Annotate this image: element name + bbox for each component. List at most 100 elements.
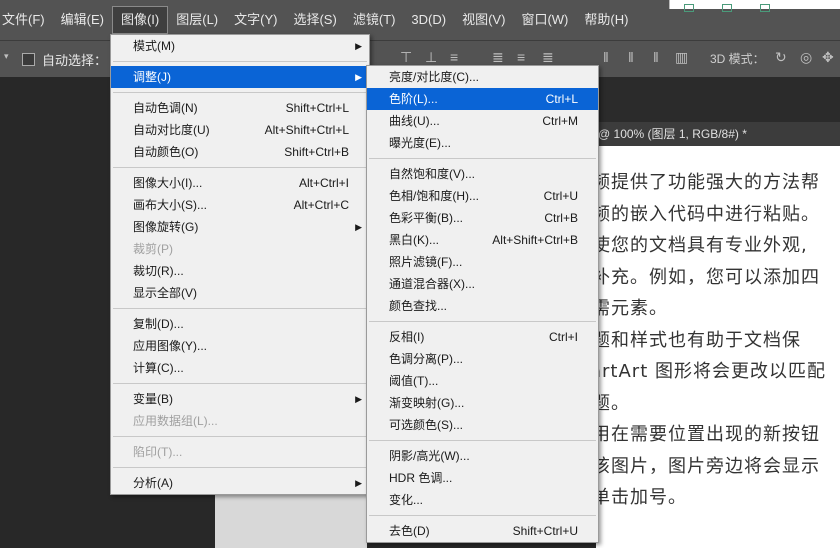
menu-item-label: 陷印(T)...	[133, 445, 183, 459]
menu-item-label: 去色(D)	[389, 524, 430, 538]
menu-item[interactable]: 图像大小(I)... Alt+Ctrl+I	[111, 172, 369, 194]
menu-item[interactable]: 图像旋转(G) ▶	[111, 216, 369, 238]
menu-item[interactable]: 颜色查找...	[367, 295, 598, 317]
menu-item[interactable]: 显示全部(V)	[111, 282, 369, 304]
menu-item[interactable]: 自动颜色(O) Shift+Ctrl+B	[111, 141, 369, 163]
menu-item-label: 自动颜色(O)	[133, 145, 199, 159]
auto-select-checkbox[interactable]	[22, 52, 35, 66]
menu-item-label: 计算(C)...	[133, 361, 184, 375]
menu-item-label: 变量(B)	[133, 392, 173, 406]
document-text-line: 补充。例如，您可以添加四	[596, 266, 820, 288]
menu-item[interactable]: 去色(D) Shift+Ctrl+U	[367, 520, 598, 542]
distribute-vcenter-icon[interactable]: ≡	[517, 49, 525, 65]
menubar-item[interactable]: 窗口(W)	[513, 6, 576, 34]
menu-item[interactable]: 画布大小(S)... Alt+Ctrl+C	[111, 194, 369, 216]
menu-item[interactable]: 自然饱和度(V)...	[367, 163, 598, 185]
menubar-item[interactable]: 滤镜(T)	[345, 6, 404, 34]
document-text-line: 需元素。	[596, 298, 668, 319]
document-tab[interactable]: @ 100% (图层 1, RGB/8#) *	[596, 122, 840, 146]
menu-item[interactable]: 曲线(U)... Ctrl+M	[367, 110, 598, 132]
menu-item[interactable]: 色阶(L)... Ctrl+L	[367, 88, 598, 110]
menu-item[interactable]: 变化...	[367, 489, 598, 511]
menu-separator	[113, 383, 367, 384]
menu-item-label: 自然饱和度(V)...	[389, 167, 475, 181]
menu-item[interactable]: 通道混合器(X)...	[367, 273, 598, 295]
document-canvas[interactable]: 频提供了功能强大的方法帮 频的嵌入代码中进行粘贴。 使您的文档具有专业外观, 补充。例…	[596, 146, 840, 548]
menu-item-shortcut: Ctrl+M	[542, 114, 578, 128]
distribute-right-icon[interactable]: ‖	[653, 49, 659, 65]
menubar-item[interactable]: 图层(L)	[168, 6, 226, 34]
menu-item-shortcut: Ctrl+I	[548, 330, 578, 344]
menu-item[interactable]: 色相/饱和度(H)... Ctrl+U	[367, 185, 598, 207]
auto-align-icon[interactable]: ▥	[675, 49, 688, 66]
menu-item[interactable]: HDR 色调...	[367, 467, 598, 489]
distribute-bottom-icon[interactable]: ≣	[542, 49, 554, 66]
menubar-item[interactable]: 编辑(E)	[53, 6, 112, 34]
submenu-arrow-icon: ▶	[355, 478, 362, 488]
menu-item[interactable]: 应用数据组(L)...	[111, 410, 369, 432]
menu-item-shortcut: Alt+Shift+Ctrl+L	[264, 123, 349, 137]
menubar-item[interactable]: 帮助(H)	[576, 6, 636, 34]
menu-item[interactable]: 阈值(T)...	[367, 370, 598, 392]
menu-separator	[369, 515, 596, 516]
distribute-hcenter-icon[interactable]: ‖	[628, 49, 634, 65]
menu-item[interactable]: 应用图像(Y)...	[111, 335, 369, 357]
menu-item[interactable]: 曝光度(E)...	[367, 132, 598, 154]
menu-item[interactable]: 变量(B) ▶	[111, 388, 369, 410]
menu-item[interactable]: 渐变映射(G)...	[367, 392, 598, 414]
3d-roll-icon[interactable]: ◎	[800, 49, 812, 66]
submenu-arrow-icon: ▶	[355, 394, 362, 404]
menu-item-label: 曲线(U)...	[389, 114, 440, 128]
menu-item[interactable]: 分析(A) ▶	[111, 472, 369, 494]
distribute-top-icon[interactable]: ≣	[492, 49, 504, 66]
menubar-item[interactable]: 3D(D)	[403, 6, 454, 34]
menu-separator	[113, 167, 367, 168]
menu-item-shortcut: Ctrl+L	[545, 92, 578, 106]
menu-item[interactable]: 自动对比度(U) Alt+Shift+Ctrl+L	[111, 119, 369, 141]
menu-item[interactable]: 反相(I) Ctrl+I	[367, 326, 598, 348]
menu-item-label: 应用图像(Y)...	[133, 339, 207, 353]
menu-item[interactable]: 复制(D)...	[111, 313, 369, 335]
menu-item[interactable]: 裁切(R)...	[111, 260, 369, 282]
menu-item[interactable]: 裁剪(P)	[111, 238, 369, 260]
menu-item-label: 亮度/对比度(C)...	[389, 70, 479, 84]
menubar-item[interactable]: 视图(V)	[454, 6, 513, 34]
document-text-line: 使您的文档具有专业外观,	[596, 235, 808, 256]
menu-item[interactable]: 自动色调(N) Shift+Ctrl+L	[111, 97, 369, 119]
menu-item[interactable]: 计算(C)...	[111, 357, 369, 379]
menubar-item[interactable]: 图像(I)	[111, 6, 169, 34]
menu-item[interactable]: 陷印(T)...	[111, 441, 369, 463]
menu-item-label: 色调分离(P)...	[389, 352, 463, 366]
menubar-item[interactable]: 文字(Y)	[226, 6, 285, 34]
menu-separator	[113, 308, 367, 309]
menu-separator	[113, 61, 367, 62]
menu-item[interactable]: 照片滤镜(F)...	[367, 251, 598, 273]
menu-item-shortcut: Shift+Ctrl+U	[512, 524, 578, 538]
document-text-line: 题。	[596, 392, 630, 414]
menu-item[interactable]: 模式(M) ▶	[111, 35, 369, 57]
menu-item[interactable]: 可选颜色(S)...	[367, 414, 598, 436]
menu-item-label: 通道混合器(X)...	[389, 277, 475, 291]
menu-item[interactable]: 黑白(K)... Alt+Shift+Ctrl+B	[367, 229, 598, 251]
3d-rotate-icon[interactable]: ↻	[775, 49, 787, 66]
align-top-icon[interactable]: ⊤	[400, 49, 412, 66]
align-bottom-icon[interactable]: ≡	[450, 49, 458, 65]
menu-separator	[369, 158, 596, 159]
menu-item-label: 显示全部(V)	[133, 286, 197, 300]
menu-item-label: 应用数据组(L)...	[133, 414, 218, 428]
align-vcenter-icon[interactable]: ⊥	[425, 49, 437, 66]
menu-item-label: 色彩平衡(B)...	[389, 211, 463, 225]
menubar-item[interactable]: 文件(F)	[0, 6, 53, 34]
menu-separator	[113, 467, 367, 468]
distribute-left-icon[interactable]: ‖	[603, 49, 609, 65]
menubar-item[interactable]: 选择(S)	[285, 6, 344, 34]
menu-item[interactable]: 亮度/对比度(C)...	[367, 66, 598, 88]
chevron-down-icon[interactable]: ▾	[4, 51, 9, 62]
menu-item-label: 黑白(K)...	[389, 233, 439, 247]
menu-item[interactable]: 色调分离(P)...	[367, 348, 598, 370]
3d-pan-icon[interactable]: ✥	[822, 49, 834, 66]
menu-item[interactable]: 阴影/高光(W)...	[367, 445, 598, 467]
menu-item[interactable]: 色彩平衡(B)... Ctrl+B	[367, 207, 598, 229]
submenu-arrow-icon: ▶	[355, 41, 362, 51]
menu-item[interactable]: 调整(J) ▶	[111, 66, 369, 88]
